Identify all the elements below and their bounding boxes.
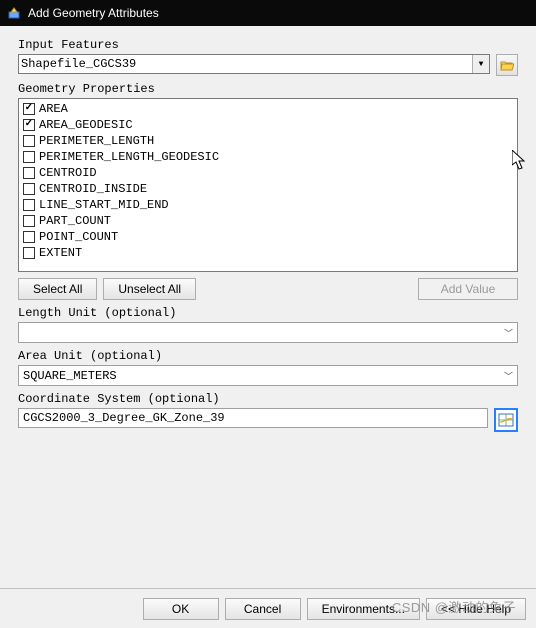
checkbox[interactable] (23, 183, 35, 195)
geometry-properties-label: Geometry Properties (18, 82, 518, 96)
folder-open-icon (500, 59, 514, 71)
checkbox[interactable] (23, 103, 35, 115)
titlebar: Add Geometry Attributes (0, 0, 536, 26)
coordinate-system-browse-button[interactable] (494, 408, 518, 432)
ok-button[interactable]: OK (143, 598, 219, 620)
cancel-button[interactable]: Cancel (225, 598, 301, 620)
geom-prop-item[interactable]: CENTROID_INSIDE (23, 181, 513, 197)
app-icon (6, 5, 22, 21)
area-unit-label: Area Unit (optional) (18, 349, 518, 363)
chevron-down-icon[interactable]: ﹀ (504, 369, 513, 382)
checkbox[interactable] (23, 151, 35, 163)
add-value-button: Add Value (418, 278, 518, 300)
geom-prop-label: AREA (39, 102, 68, 116)
geom-prop-label: PART_COUNT (39, 214, 111, 228)
select-all-button[interactable]: Select All (18, 278, 97, 300)
geom-prop-label: LINE_START_MID_END (39, 198, 169, 212)
checkbox[interactable] (23, 167, 35, 179)
geom-prop-label: POINT_COUNT (39, 230, 118, 244)
geometry-properties-list: AREA AREA_GEODESIC PERIMETER_LENGTH PERIMET… (18, 98, 518, 272)
input-features-select[interactable]: Shapefile_CGCS39 ▼ (18, 54, 490, 74)
unselect-all-button[interactable]: Unselect All (103, 278, 196, 300)
coordinate-system-input[interactable] (18, 408, 488, 428)
geom-prop-label: PERIMETER_LENGTH_GEODESIC (39, 150, 219, 164)
geom-prop-label: CENTROID_INSIDE (39, 182, 147, 196)
window-title: Add Geometry Attributes (28, 6, 159, 20)
geom-prop-item[interactable]: EXTENT (23, 245, 513, 261)
geom-prop-label: CENTROID (39, 166, 97, 180)
environments-button[interactable]: Environments... (307, 598, 420, 620)
checkbox[interactable] (23, 119, 35, 131)
coordinate-system-label: Coordinate System (optional) (18, 392, 518, 406)
geom-prop-item[interactable]: PART_COUNT (23, 213, 513, 229)
chevron-down-icon[interactable]: ▼ (472, 55, 489, 73)
geom-prop-item[interactable]: PERIMETER_LENGTH_GEODESIC (23, 149, 513, 165)
geom-prop-item[interactable]: CENTROID (23, 165, 513, 181)
length-unit-select[interactable]: ﹀ (18, 322, 518, 343)
geom-prop-item[interactable]: PERIMETER_LENGTH (23, 133, 513, 149)
area-unit-value: SQUARE_METERS (23, 369, 117, 383)
geom-prop-item[interactable]: AREA_GEODESIC (23, 117, 513, 133)
chevron-down-icon[interactable]: ﹀ (504, 326, 513, 339)
geom-prop-item[interactable]: AREA (23, 101, 513, 117)
hide-help-button[interactable]: << Hide Help (426, 598, 526, 620)
length-unit-label: Length Unit (optional) (18, 306, 518, 320)
input-features-value: Shapefile_CGCS39 (21, 57, 136, 71)
geom-prop-label: EXTENT (39, 246, 82, 260)
geom-prop-label: AREA_GEODESIC (39, 118, 133, 132)
checkbox[interactable] (23, 199, 35, 211)
spatial-ref-icon (498, 413, 514, 427)
input-features-label: Input Features (18, 38, 518, 52)
geom-prop-item[interactable]: POINT_COUNT (23, 229, 513, 245)
geom-prop-item[interactable]: LINE_START_MID_END (23, 197, 513, 213)
footer: OK Cancel Environments... << Hide Help (0, 588, 536, 628)
checkbox[interactable] (23, 247, 35, 259)
checkbox[interactable] (23, 135, 35, 147)
checkbox[interactable] (23, 215, 35, 227)
checkbox[interactable] (23, 231, 35, 243)
geom-prop-label: PERIMETER_LENGTH (39, 134, 154, 148)
browse-button[interactable] (496, 54, 518, 76)
area-unit-select[interactable]: SQUARE_METERS ﹀ (18, 365, 518, 386)
